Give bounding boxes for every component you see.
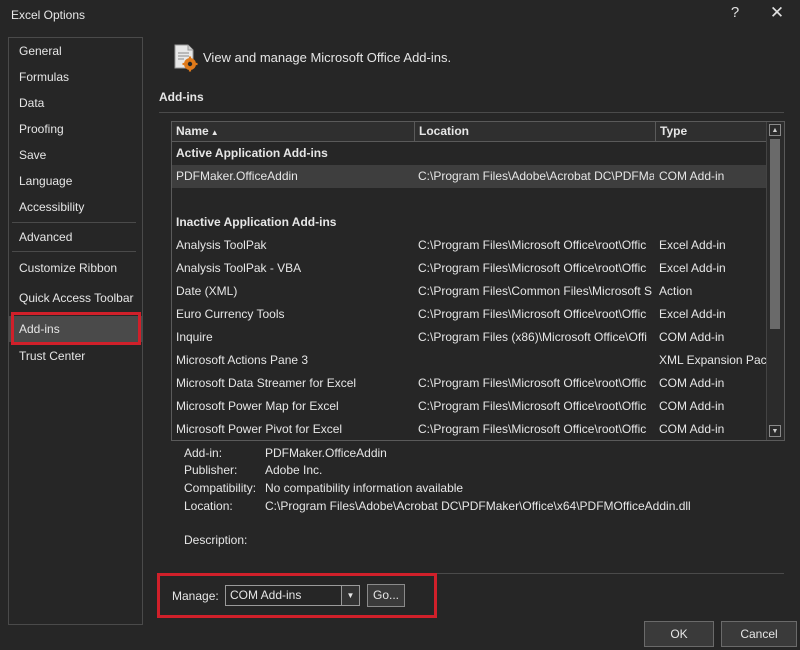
table-row[interactable]: Microsoft Actions Pane 3 XML Expansion Pa… (172, 349, 766, 372)
cell-type: COM Add-in (659, 330, 725, 344)
cell-name: Inquire (176, 330, 213, 344)
table-row[interactable]: Euro Currency Tools C:\Program Files\Micr… (172, 303, 766, 326)
group-label: Inactive Application Add-ins (176, 215, 337, 229)
cell-type: Excel Add-in (659, 238, 726, 252)
manage-highlight-box (157, 573, 437, 618)
detail-value: C:\Program Files\Adobe\Acrobat DC\PDFMak… (265, 499, 691, 513)
cell-type: COM Add-in (659, 169, 725, 183)
cell-type: XML Expansion Pack (659, 353, 766, 367)
sidebar-item-proofing[interactable]: Proofing (9, 116, 142, 142)
table-row[interactable]: Microsoft Power Map for Excel C:\Program … (172, 395, 766, 418)
group-label: Active Application Add-ins (176, 146, 328, 160)
cell-location: C:\Program Files\Common Files\Microsoft … (418, 284, 653, 298)
sidebar-item-formulas[interactable]: Formulas (9, 64, 142, 90)
cell-location: C:\Program Files\Microsoft Office\root\O… (418, 307, 647, 321)
detail-label: Location: (184, 499, 233, 513)
table-spacer-row (172, 188, 766, 211)
cell-name: Date (XML) (176, 284, 238, 298)
cell-location: C:\Program Files\Microsoft Office\root\O… (418, 399, 647, 413)
sidebar-item-customize-ribbon[interactable]: Customize Ribbon (9, 255, 142, 281)
table-row[interactable]: Analysis ToolPak C:\Program Files\Microso… (172, 234, 766, 257)
column-header-label: Name (176, 124, 209, 138)
table-row[interactable]: PDFMaker.OfficeAddin C:\Program Files\Ado… (172, 165, 766, 188)
table-group-header: Inactive Application Add-ins (172, 211, 766, 234)
scroll-up-icon[interactable]: ▲ (769, 124, 781, 136)
sidebar-item-trust-center[interactable]: Trust Center (9, 343, 142, 369)
help-icon[interactable]: ? (728, 4, 742, 21)
table-header: Name ▲ Location Type (172, 122, 766, 142)
cell-name: Analysis ToolPak (176, 238, 267, 252)
cell-type: COM Add-in (659, 422, 725, 436)
column-header-location[interactable]: Location (415, 122, 656, 141)
detail-label: Description: (184, 533, 248, 547)
sidebar-item-advanced[interactable]: Advanced (9, 224, 142, 250)
cell-type: COM Add-in (659, 376, 725, 390)
cell-name: PDFMaker.OfficeAddin (176, 169, 298, 183)
table-row[interactable]: Microsoft Power Pivot for Excel C:\Progra… (172, 418, 766, 440)
sidebar-item-language[interactable]: Language (9, 168, 142, 194)
sidebar-divider (12, 251, 136, 252)
cell-name: Microsoft Data Streamer for Excel (176, 376, 357, 390)
sidebar-item-accessibility[interactable]: Accessibility (9, 194, 142, 220)
cell-location: C:\Program Files\Adobe\Acrobat DC\PDFMa (418, 169, 654, 183)
cell-type: Action (659, 284, 693, 298)
close-icon[interactable]: ✕ (768, 3, 786, 23)
cell-location: C:\Program Files\Microsoft Office\root\O… (418, 261, 647, 275)
cell-name: Microsoft Power Pivot for Excel (176, 422, 343, 436)
sidebar-item-save[interactable]: Save (9, 142, 142, 168)
detail-label: Publisher: (184, 463, 238, 477)
cell-type: Excel Add-in (659, 261, 726, 275)
table-group-header: Active Application Add-ins (172, 142, 766, 165)
cell-location: C:\Program Files\Microsoft Office\root\O… (418, 376, 647, 390)
cell-name: Microsoft Actions Pane 3 (176, 353, 309, 367)
section-heading-add-ins: Add-ins (159, 90, 204, 104)
sidebar-item-general[interactable]: General (9, 38, 142, 64)
window-title: Excel Options (11, 8, 86, 22)
scrollbar-thumb[interactable] (770, 139, 780, 329)
cancel-button[interactable]: Cancel (721, 621, 797, 647)
sort-ascending-icon: ▲ (210, 128, 219, 137)
table-row[interactable]: Date (XML) C:\Program Files\Common Files\… (172, 280, 766, 303)
cell-name: Microsoft Power Map for Excel (176, 399, 339, 413)
cell-type: COM Add-in (659, 399, 725, 413)
cell-location: C:\Program Files\Microsoft Office\root\O… (418, 238, 647, 252)
detail-label: Add-in: (184, 446, 223, 460)
sidebar-item-data[interactable]: Data (9, 90, 142, 116)
table-row[interactable]: Microsoft Data Streamer for Excel C:\Prog… (172, 372, 766, 395)
title-bar: Excel Options ? ✕ (0, 0, 800, 30)
detail-value: PDFMaker.OfficeAddin (265, 446, 387, 460)
cell-name: Euro Currency Tools (176, 307, 285, 321)
cell-location: C:\Program Files\Microsoft Office\root\O… (418, 422, 647, 436)
detail-value: No compatibility information available (265, 481, 464, 495)
table-row[interactable]: Inquire C:\Program Files (x86)\Microsoft … (172, 326, 766, 349)
scroll-down-icon[interactable]: ▼ (769, 425, 781, 437)
table-row[interactable]: Analysis ToolPak - VBA C:\Program Files\M… (172, 257, 766, 280)
add-ins-table: Name ▲ Location Type Active Application A… (171, 121, 785, 441)
sidebar-divider (12, 222, 136, 223)
detail-label: Compatibility: (184, 481, 257, 495)
column-header-name[interactable]: Name ▲ (172, 122, 415, 141)
addins-gear-document-icon (174, 44, 198, 72)
add-ins-highlight-box (11, 312, 141, 345)
options-sidebar: General Formulas Data Proofing Save Lang… (8, 37, 143, 625)
cell-name: Analysis ToolPak - VBA (176, 261, 302, 275)
page-title: View and manage Microsoft Office Add-ins… (203, 50, 452, 65)
section-divider (159, 112, 784, 113)
table-scrollbar[interactable]: ▲ ▼ (766, 122, 784, 440)
column-header-type[interactable]: Type (656, 122, 766, 141)
sidebar-item-quick-access-toolbar[interactable]: Quick Access Toolbar (9, 285, 142, 311)
detail-value: Adobe Inc. (265, 463, 323, 477)
cell-location: C:\Program Files (x86)\Microsoft Office\… (418, 330, 647, 344)
ok-button[interactable]: OK (644, 621, 714, 647)
cell-type: Excel Add-in (659, 307, 726, 321)
